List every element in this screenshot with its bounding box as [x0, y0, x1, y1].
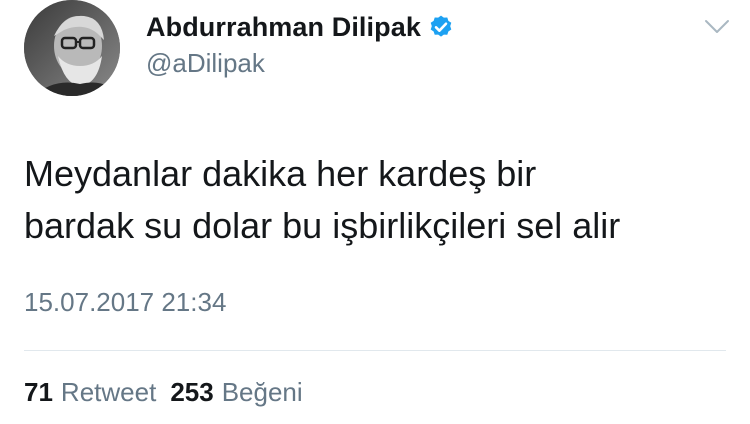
like-label: Beğeni: [221, 377, 303, 407]
verified-badge-icon: [428, 14, 454, 40]
display-name[interactable]: Abdurrahman Dilipak: [146, 12, 421, 43]
tweet-text: Meydanlar dakika her kardeş bir bardak s…: [24, 153, 621, 246]
name-row: Abdurrahman Dilipak: [146, 10, 454, 44]
tweet-timestamp[interactable]: 15.07.2017 21:34: [24, 287, 226, 318]
chevron-down-icon[interactable]: [703, 18, 731, 36]
divider: [24, 350, 726, 351]
avatar[interactable]: [24, 0, 120, 96]
like-stat[interactable]: 253 Beğeni: [170, 377, 302, 408]
tweet-stats: 71 Retweet 253 Beğeni: [24, 377, 303, 408]
tweet-card: Abdurrahman Dilipak @aDilipak Meydanlar …: [0, 0, 750, 424]
retweet-count: 71: [24, 377, 53, 407]
avatar-photo: [24, 0, 120, 96]
retweet-label: Retweet: [60, 377, 157, 407]
like-count: 253: [170, 377, 214, 407]
retweet-stat[interactable]: 71 Retweet: [24, 377, 156, 408]
user-handle[interactable]: @aDilipak: [146, 48, 265, 79]
